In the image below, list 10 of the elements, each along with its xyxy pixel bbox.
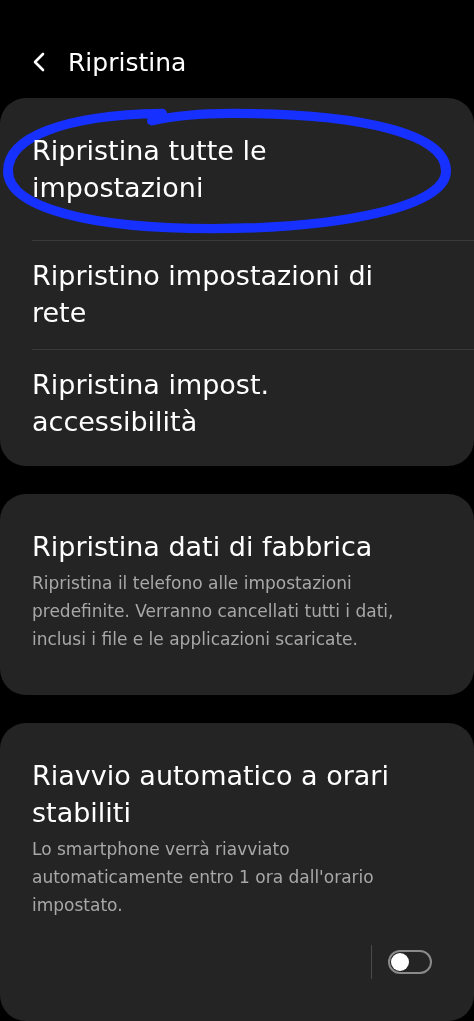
- back-icon[interactable]: [32, 51, 46, 73]
- setting-description: Ripristina il telefono alle impostazioni predefinite. Verranno cancellati tutti i dati, inclusi i file e le applicazioni scaricate.: [32, 572, 395, 651]
- toggle-switch[interactable]: [388, 950, 432, 974]
- setting-title[interactable]: Ripristina impost. accessibilità: [32, 366, 430, 440]
- setting-title[interactable]: Ripristino impostazioni di rete: [32, 257, 430, 331]
- setting-title[interactable]: Riavvio automatico a orari stabiliti: [32, 757, 430, 831]
- setting-description: Lo smartphone verrà riavviato automaticamente entro 1 ora dall'orario impostato.: [32, 838, 375, 917]
- setting-title[interactable]: Ripristina tutte le impostazioni: [32, 132, 430, 206]
- page-title: Ripristina: [68, 47, 187, 77]
- setting-title[interactable]: Ripristina dati di fabbrica: [32, 528, 430, 565]
